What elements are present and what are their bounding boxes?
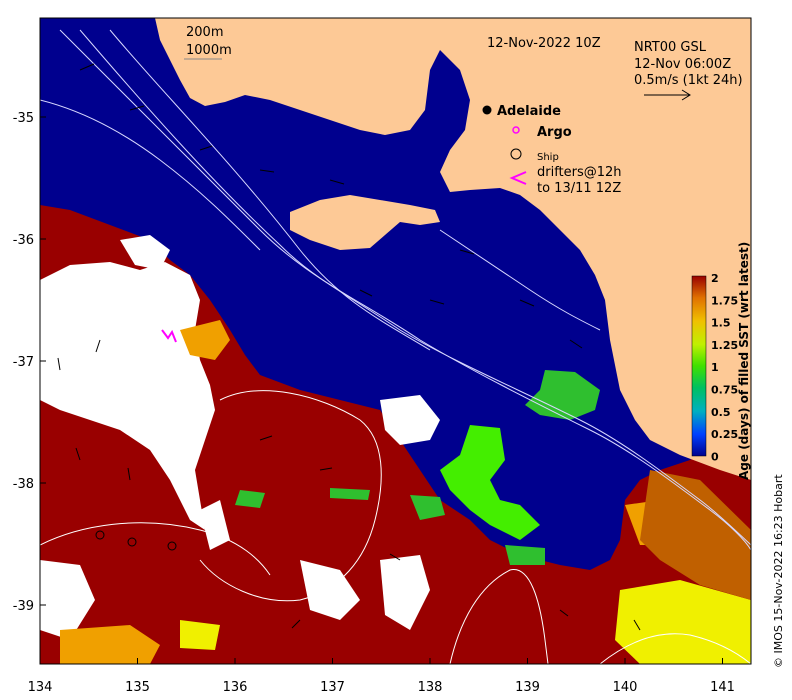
y-tick-label: -39: [13, 599, 34, 614]
colorbar-tick-label: 2: [711, 272, 719, 285]
current-header-line1: NRT00 GSL: [634, 40, 707, 55]
x-tick-label: 135: [125, 680, 150, 695]
sst-map: 134 135 136 137 138 139 140 141 -35 -36 -37 -38 -39…: [13, 17, 785, 695]
x-tick-label: 137: [320, 680, 345, 695]
contour-label-200m: 200m: [186, 25, 223, 40]
contour-label-1000m: 1000m: [186, 43, 232, 58]
colorbar-tick-label: 0: [711, 450, 719, 463]
y-tick-label: -37: [13, 355, 34, 370]
argo-legend-label: Argo: [537, 125, 572, 140]
colorbar-tick-label: 0.5: [711, 406, 731, 419]
date-label: 12-Nov-2022 10Z: [487, 36, 601, 51]
drifter-legend-subtitle: to 13/11 12Z: [537, 181, 621, 196]
y-tick-label: -35: [13, 111, 34, 126]
map-layers: [40, 18, 751, 664]
current-header-line2: 12-Nov 06:00Z: [634, 57, 731, 72]
colorbar-tick-label: 1: [711, 361, 719, 374]
x-tick-label: 134: [28, 680, 53, 695]
x-tick-label: 138: [418, 680, 443, 695]
x-tick-label: 136: [223, 680, 248, 695]
colorbar: [691, 275, 707, 457]
colorbar-tick-label: 1.25: [711, 339, 738, 352]
y-tick-label: -38: [13, 477, 34, 492]
green-age-patch: [505, 545, 545, 565]
colorbar-tick-label: 0.25: [711, 428, 738, 441]
y-tick-label: -36: [13, 233, 34, 248]
city-label: Adelaide: [497, 104, 561, 119]
colorbar-title: Age (days) of filled SST (wrt latest): [737, 242, 751, 480]
green-age-patch: [235, 490, 265, 508]
current-header-line3: 0.5m/s (1kt 24h): [634, 73, 743, 88]
x-tick-label: 141: [710, 680, 735, 695]
colorbar-tick-label: 1.5: [711, 317, 731, 330]
ship-legend-label: Ship: [537, 152, 559, 163]
yellow-age-patch: [180, 620, 220, 650]
credit-label: © IMOS 15-Nov-2022 16:23 Hobart: [772, 474, 785, 668]
x-tick-label: 140: [613, 680, 638, 695]
adelaide-marker: [482, 105, 492, 115]
x-tick-label: 139: [515, 680, 540, 695]
colorbar-tick-label: 0.75: [711, 384, 738, 397]
green-age-patch: [330, 488, 370, 500]
colorbar-tick-label: 1.75: [711, 294, 738, 307]
drifter-legend-label: drifters@12h: [537, 165, 622, 180]
